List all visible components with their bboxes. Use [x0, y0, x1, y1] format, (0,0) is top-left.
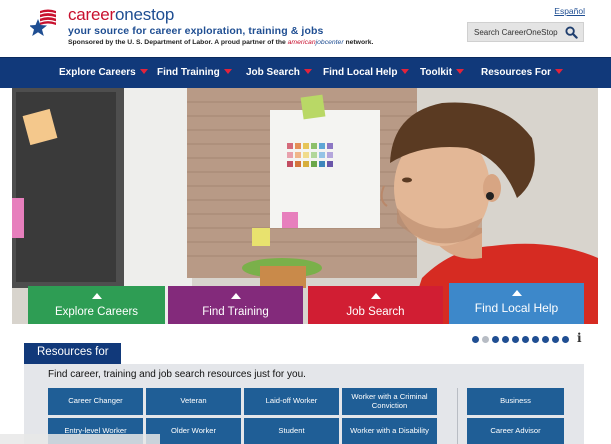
nav-label: Explore Careers [59, 67, 136, 78]
hero-tile-explore-careers[interactable]: Explore Careers [28, 286, 165, 324]
resource-student-button[interactable]: Student [244, 418, 339, 444]
carousel-dot-4[interactable] [502, 336, 509, 343]
search-icon[interactable] [565, 26, 578, 39]
nav-label: Find Local Help [323, 67, 398, 78]
caret-down-icon [139, 69, 148, 74]
resources-for-heading: Resources for [24, 343, 121, 364]
brand-wordmark[interactable]: careeronestop [68, 5, 174, 25]
arrow-up-icon [91, 293, 102, 299]
carousel-dot-5[interactable] [512, 336, 519, 343]
caret-down-icon [456, 69, 465, 74]
ajc-logo-jobcenter: jobcenter [315, 39, 344, 46]
resources-divider [457, 388, 458, 444]
sponsor-prefix: Sponsored by the U. S. Department of Lab… [68, 39, 288, 46]
caret-down-icon [223, 69, 232, 74]
info-icon[interactable]: i [577, 331, 582, 345]
nav-find-training[interactable]: Find Training [157, 67, 232, 78]
carousel-dot-6[interactable] [522, 336, 529, 343]
site-search-box[interactable]: Search CareerOneStop [467, 22, 584, 42]
resource-criminal-conviction-button[interactable]: Worker with a Criminal Conviction [342, 388, 437, 415]
resource-disability-button[interactable]: Worker with a Disability [342, 418, 437, 444]
nav-label: Job Search [246, 67, 300, 78]
hero-carousel[interactable]: Explore Careers Find Training Job Search… [12, 88, 598, 324]
resource-older-worker-button[interactable]: Older Worker [146, 418, 241, 444]
resource-career-changer-button[interactable]: Career Changer [48, 388, 143, 415]
arrow-up-icon [370, 293, 381, 299]
resource-veteran-button[interactable]: Veteran [146, 388, 241, 415]
search-input[interactable]: Search CareerOneStop [474, 28, 558, 37]
caret-down-icon [555, 69, 564, 74]
ajc-logo-american: american [287, 39, 316, 46]
hero-tile-label: Find Training [202, 306, 269, 318]
nav-resources-for[interactable]: Resources For [481, 67, 564, 78]
nav-label: Toolkit [420, 67, 453, 78]
main-navigation: Explore Careers Find Training Job Search… [0, 57, 611, 88]
resources-intro-text: Find career, training and job search res… [48, 369, 306, 380]
nav-job-search[interactable]: Job Search [246, 67, 312, 78]
hero-tile-label: Job Search [346, 306, 405, 318]
language-link-espanol[interactable]: Español [554, 6, 585, 16]
arrow-up-icon [511, 290, 522, 296]
carousel-dot-7[interactable] [532, 336, 539, 343]
nav-find-local-help[interactable]: Find Local Help [323, 67, 410, 78]
hero-tile-label: Explore Careers [54, 306, 139, 318]
nav-label: Resources For [481, 67, 552, 78]
nav-explore-careers[interactable]: Explore Careers [59, 67, 148, 78]
carousel-dot-9[interactable] [552, 336, 559, 343]
caret-down-icon [401, 69, 410, 74]
resource-laid-off-worker-button[interactable]: Laid-off Worker [244, 388, 339, 415]
caret-down-icon [303, 69, 312, 74]
carousel-dot-8[interactable] [542, 336, 549, 343]
arrow-up-icon [230, 293, 241, 299]
hero-tile-label: Find Local Help [474, 301, 559, 315]
browser-overlay-edge [0, 434, 160, 444]
nav-toolkit[interactable]: Toolkit [420, 67, 465, 78]
carousel-dot-1[interactable] [472, 336, 479, 343]
brand-part-onestop: onestop [115, 5, 175, 24]
site-tagline: your source for career exploration, trai… [68, 25, 324, 37]
nav-label: Find Training [157, 67, 220, 78]
carousel-dot-2[interactable] [482, 336, 489, 343]
hero-tile-find-training[interactable]: Find Training [168, 286, 303, 324]
resource-business-button[interactable]: Business [467, 388, 564, 415]
sponsor-suffix: network. [343, 39, 374, 46]
carousel-dot-10[interactable] [562, 336, 569, 343]
brand-part-career: career [68, 5, 115, 24]
hero-tile-find-local-help[interactable]: Find Local Help [449, 283, 584, 324]
careeronestop-logo-icon[interactable] [30, 8, 66, 38]
site-header: careeronestop your source for career exp… [0, 0, 611, 57]
resource-career-advisor-button[interactable]: Career Advisor [467, 418, 564, 444]
hero-tile-job-search[interactable]: Job Search [308, 286, 443, 324]
carousel-dot-3[interactable] [492, 336, 499, 343]
sponsor-line: Sponsored by the U. S. Department of Lab… [68, 39, 373, 46]
